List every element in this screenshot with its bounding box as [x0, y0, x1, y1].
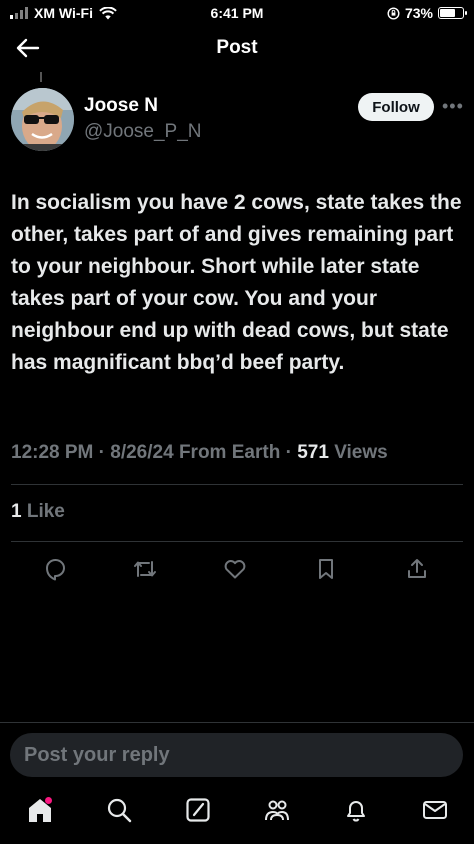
battery-icon [438, 7, 467, 19]
bottom-nav [0, 795, 474, 835]
likes-count: 1 [11, 501, 22, 522]
divider [11, 541, 463, 542]
orientation-lock-icon [387, 6, 400, 20]
likes-summary[interactable]: 1 Like [11, 501, 65, 523]
battery-group: 73% [387, 5, 467, 21]
thread-connector [40, 72, 42, 82]
messages-icon[interactable] [420, 795, 450, 825]
divider [11, 484, 463, 485]
bookmark-icon[interactable] [313, 556, 339, 582]
author-name[interactable]: Joose N [84, 95, 158, 117]
bottom-panel: Post your reply [0, 722, 474, 844]
views-label: Views [334, 442, 388, 463]
follow-button[interactable]: Follow [358, 93, 434, 121]
communities-icon[interactable] [262, 795, 292, 825]
post-meta: 12:28 PM · 8/26/24 From Earth · 571 View… [11, 442, 388, 463]
avatar[interactable] [11, 88, 74, 151]
share-icon[interactable] [404, 556, 430, 582]
page-title: Post [216, 37, 258, 58]
post-source: From Earth [178, 442, 281, 463]
notification-dot [45, 797, 52, 804]
repost-icon[interactable] [132, 556, 158, 582]
more-options-icon[interactable]: ••• [442, 96, 464, 117]
grok-icon[interactable] [183, 795, 213, 825]
status-bar: XM Wi-Fi 6:41 PM 73% [0, 0, 474, 28]
like-icon[interactable] [222, 556, 248, 582]
reply-input[interactable]: Post your reply [10, 733, 463, 777]
post-date: 8/26/24 [110, 442, 174, 463]
reply-icon[interactable] [42, 556, 68, 582]
views-count: 571 [297, 442, 329, 463]
top-bar: Post [0, 28, 474, 68]
likes-label: Like [26, 501, 65, 522]
search-icon[interactable] [104, 795, 134, 825]
post-time: 12:28 PM [11, 442, 94, 463]
battery-percent: 73% [404, 5, 433, 21]
notifications-icon[interactable] [341, 795, 371, 825]
author-handle[interactable]: @Joose_P_N [84, 121, 202, 143]
post-text: In socialism you have 2 cows, state take… [11, 191, 462, 374]
action-bar [0, 556, 474, 584]
